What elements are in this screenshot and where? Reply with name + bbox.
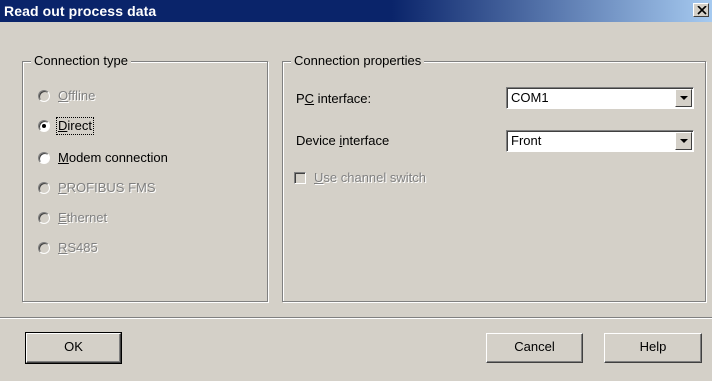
help-button[interactable]: Help xyxy=(604,333,702,363)
radio-button-icon xyxy=(38,152,50,164)
radio-button-icon xyxy=(38,90,50,102)
device-interface-label: Device interface xyxy=(296,133,390,148)
pc-interface-label: PC interface: xyxy=(296,91,372,106)
radio-button-icon xyxy=(38,212,50,224)
close-icon xyxy=(697,6,707,15)
radio-button-icon xyxy=(38,120,50,132)
window-title: Read out process data xyxy=(4,3,157,19)
close-button[interactable] xyxy=(693,3,709,17)
radio-button-icon xyxy=(38,182,50,194)
ok-button[interactable]: OK xyxy=(25,332,122,364)
chevron-down-icon xyxy=(680,139,688,143)
radio-button-icon xyxy=(38,242,50,254)
device-interface-value: Front xyxy=(511,133,542,148)
pc-interface-select[interactable]: COM1 xyxy=(506,87,694,109)
connection-type-legend: Connection type xyxy=(31,53,131,69)
device-interface-select[interactable]: Front xyxy=(506,130,694,152)
radio-selected-dot xyxy=(42,124,46,128)
checkbox-icon xyxy=(294,172,306,184)
dropdown-button[interactable] xyxy=(675,132,692,150)
connection-properties-legend: Connection properties xyxy=(291,53,425,69)
chevron-down-icon xyxy=(680,96,688,100)
title-bar: Read out process data xyxy=(0,0,712,22)
cancel-button[interactable]: Cancel xyxy=(486,333,583,363)
dropdown-button[interactable] xyxy=(675,89,692,107)
divider-highlight xyxy=(0,318,712,319)
pc-interface-value: COM1 xyxy=(511,90,549,105)
